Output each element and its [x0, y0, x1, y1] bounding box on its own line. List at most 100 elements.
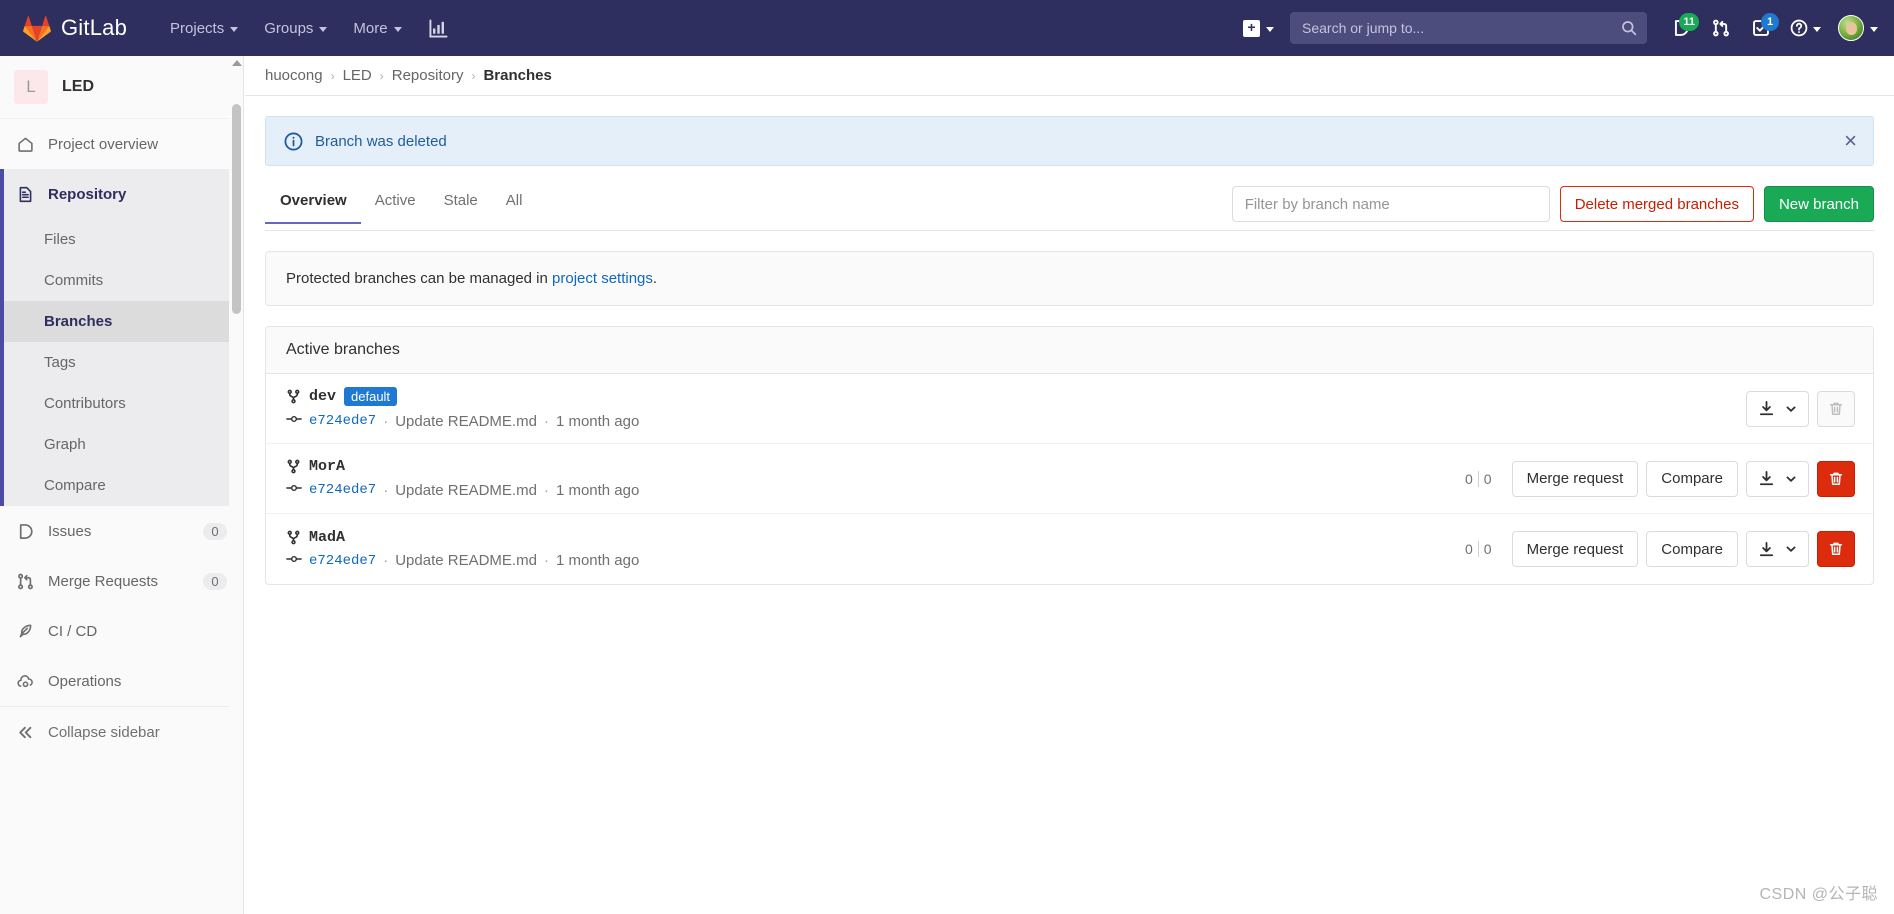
project-settings-link[interactable]: project settings	[552, 270, 653, 287]
breadcrumb-item-repository[interactable]: Repository	[392, 67, 464, 84]
sidebar-item-ci-cd[interactable]: CI / CD	[0, 606, 243, 656]
branch-title: dev default	[286, 387, 1746, 406]
merge-requests-nav-button[interactable]	[1701, 0, 1741, 56]
help-menu-button[interactable]	[1781, 19, 1830, 37]
question-circle-icon	[1790, 19, 1808, 37]
commit-separator: ·	[383, 481, 389, 499]
merge-request-button[interactable]: Merge request	[1511, 460, 1639, 497]
global-search-box[interactable]	[1290, 12, 1647, 44]
merge-request-button[interactable]: Merge request	[1511, 531, 1639, 567]
sidebar-label-ci-cd: CI / CD	[48, 622, 98, 640]
commit-message: Update README.md	[395, 552, 537, 569]
commit-sha[interactable]: e724ede7	[309, 482, 376, 498]
panel-heading: Active branches	[266, 327, 1873, 374]
project-name: LED	[62, 78, 94, 95]
tab-active[interactable]: Active	[361, 186, 430, 224]
branch-title: MorA	[286, 458, 1465, 475]
branch-tabs: Overview Active Stale All	[265, 186, 537, 224]
commit-icon	[286, 481, 302, 499]
scrollbar-thumb[interactable]	[232, 104, 241, 314]
table-row: dev default e724ede7 · Update README.md …	[266, 374, 1873, 444]
sidebar-subitem-compare[interactable]: Compare	[0, 465, 243, 506]
sidebar-item-project-overview[interactable]: Project overview	[0, 119, 243, 169]
divergence-graph: 0 0	[1465, 470, 1492, 487]
sidebar-subitem-branches[interactable]: Branches	[0, 301, 243, 342]
nav-more-label: More	[353, 19, 388, 37]
document-icon	[16, 186, 34, 203]
commit-sha[interactable]: e724ede7	[309, 553, 376, 569]
branch-name[interactable]: dev	[309, 388, 336, 405]
cloud-gear-icon	[16, 673, 34, 690]
delete-merged-branches-button[interactable]: Delete merged branches	[1559, 186, 1754, 222]
nav-item-projects[interactable]: Projects	[157, 0, 251, 56]
trash-icon	[1829, 542, 1843, 555]
sidebar-collapse-button[interactable]: Collapse sidebar	[0, 707, 243, 757]
sidebar-item-operations[interactable]: Operations	[0, 656, 243, 706]
compare-button[interactable]: Compare	[1646, 460, 1738, 497]
protected-branches-note: Protected branches can be managed in pro…	[265, 251, 1874, 306]
breadcrumb-item-namespace[interactable]: huocong	[265, 67, 323, 84]
commit-separator: ·	[543, 552, 549, 569]
merge-request-icon	[16, 573, 34, 590]
breadcrumb-item-project[interactable]: LED	[343, 67, 372, 84]
delete-branch-button[interactable]	[1817, 531, 1855, 567]
chart-bar-icon[interactable]	[415, 18, 462, 38]
chevron-down-icon	[1786, 476, 1796, 482]
project-sidebar: L LED Project overview Repository Files …	[0, 56, 244, 914]
sidebar-project-header[interactable]: L LED	[0, 56, 243, 119]
commit-sha[interactable]: e724ede7	[309, 413, 376, 429]
nav-item-groups[interactable]: Groups	[251, 0, 340, 56]
close-icon[interactable]: ×	[1844, 130, 1857, 152]
branch-filter-input[interactable]	[1231, 186, 1550, 222]
top-navbar: GitLab Projects Groups More + Search or …	[0, 0, 1894, 56]
commit-icon	[286, 412, 302, 430]
tab-overview[interactable]: Overview	[265, 186, 361, 224]
merge-request-icon	[1713, 19, 1729, 37]
download-source-code-dropdown[interactable]	[1746, 531, 1809, 567]
nav-item-more[interactable]: More	[340, 0, 414, 56]
todos-nav-button[interactable]: 1	[1741, 0, 1781, 56]
branch-name[interactable]: MorA	[309, 458, 345, 475]
alert-message: Branch was deleted	[315, 132, 447, 150]
create-new-button[interactable]: +	[1233, 19, 1284, 37]
issues-nav-button[interactable]: 11	[1661, 0, 1701, 56]
sidebar-item-merge-requests[interactable]: Merge Requests 0	[0, 556, 243, 606]
active-branches-panel: Active branches dev default e724ede7 · U…	[265, 326, 1874, 585]
sidebar-subitem-files[interactable]: Files	[0, 219, 243, 260]
branch-icon	[286, 459, 301, 474]
scroll-up-arrow-icon[interactable]	[232, 60, 242, 66]
user-menu-button[interactable]	[1830, 15, 1878, 41]
sidebar-item-repository[interactable]: Repository	[0, 169, 243, 219]
issues-icon	[16, 523, 34, 540]
sidebar-label-branches: Branches	[44, 313, 113, 330]
sidebar-label-compare: Compare	[44, 477, 106, 494]
compare-button[interactable]: Compare	[1646, 531, 1738, 567]
plus-square-icon: +	[1243, 19, 1260, 37]
download-icon	[1759, 401, 1774, 416]
search-input[interactable]	[1300, 19, 1621, 37]
new-branch-button[interactable]: New branch	[1763, 186, 1874, 222]
tab-all[interactable]: All	[492, 186, 537, 224]
commit-line: e724ede7 · Update README.md · 1 month ag…	[286, 481, 1465, 499]
tab-stale[interactable]: Stale	[430, 186, 492, 224]
sidebar-subitem-commits[interactable]: Commits	[0, 260, 243, 301]
sidebar-item-issues[interactable]: Issues 0	[0, 506, 243, 556]
sidebar-subitem-tags[interactable]: Tags	[0, 342, 243, 383]
sidebar-subitem-contributors[interactable]: Contributors	[0, 383, 243, 424]
branch-name[interactable]: MadA	[309, 529, 345, 546]
download-source-code-dropdown[interactable]	[1746, 460, 1809, 497]
sidebar-subitem-graph[interactable]: Graph	[0, 424, 243, 465]
breadcrumb-separator-icon: ›	[379, 68, 384, 83]
sidebar-scrollbar[interactable]	[229, 56, 243, 914]
delete-branch-button[interactable]	[1817, 460, 1855, 497]
download-source-code-dropdown[interactable]	[1746, 390, 1809, 427]
issues-sidebar-badge: 0	[203, 522, 227, 540]
gitlab-tanuki-icon[interactable]	[22, 13, 52, 43]
delete-branch-button	[1817, 390, 1855, 427]
commit-line: e724ede7 · Update README.md · 1 month ag…	[286, 552, 1465, 570]
download-icon	[1759, 471, 1774, 486]
chevron-down-icon	[319, 26, 328, 32]
chevron-down-icon	[1786, 406, 1796, 412]
sidebar-label-files: Files	[44, 231, 76, 248]
navbar-right-group: + 11 1	[1233, 0, 1894, 56]
